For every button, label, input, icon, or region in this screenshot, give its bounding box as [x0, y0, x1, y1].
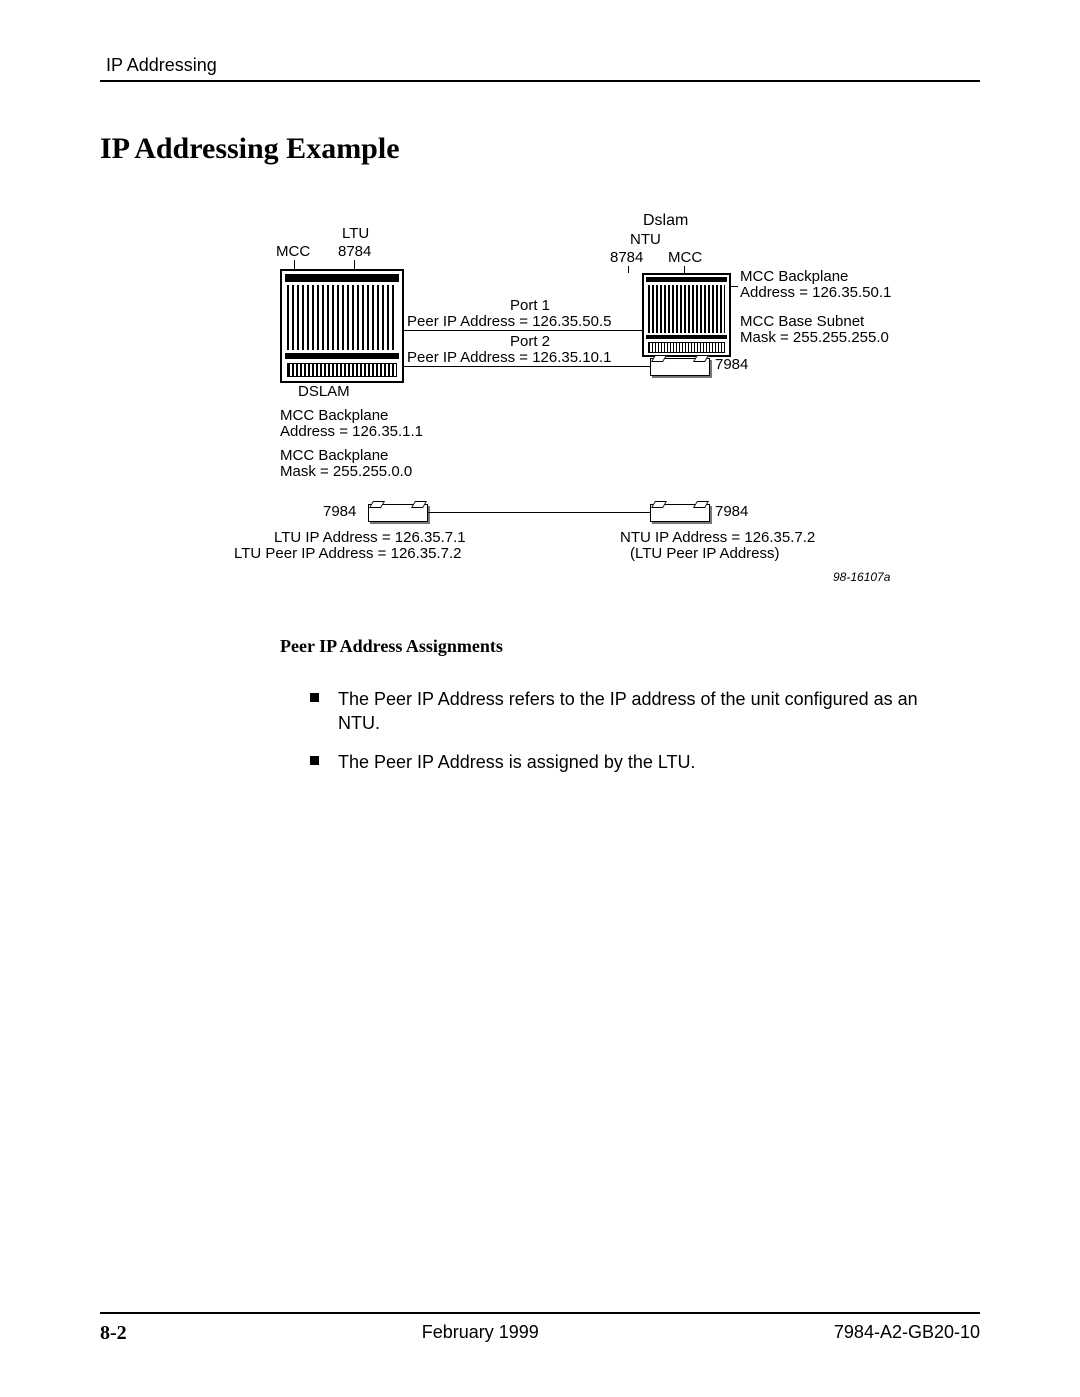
device-7984: [650, 358, 710, 376]
header-rule: [100, 80, 980, 82]
dslam-chassis-left: [280, 269, 404, 383]
tick: [354, 260, 355, 269]
label-dslam-right: Dslam: [643, 212, 688, 230]
label-mcc-left: MCC: [276, 244, 310, 261]
figure-reference: 98-16107a: [833, 571, 890, 584]
page-footer: 8-2 February 1999 7984-A2-GB20-10: [100, 1312, 980, 1345]
net-link: [402, 366, 650, 367]
label-7984-right: 7984: [715, 504, 748, 521]
net-link: [402, 330, 642, 331]
label-dslam-left: DSLAM: [298, 384, 350, 401]
label-ntu: NTU: [630, 232, 661, 249]
label-7984-left: 7984: [323, 504, 356, 521]
device-7984: [650, 504, 710, 522]
net-link: [428, 512, 650, 513]
tick: [729, 286, 738, 287]
tick: [294, 260, 295, 269]
label-7984: 7984: [715, 357, 748, 374]
tick: [684, 266, 685, 273]
label-mcc-base-subnet-val: Mask = 255.255.255.0: [740, 330, 889, 347]
label-mcc-right: MCC: [668, 250, 702, 267]
label-mcc-backplane-addr-val: Address = 126.35.50.1: [740, 285, 891, 302]
label-ntu-peer-note: (LTU Peer IP Address): [630, 546, 780, 563]
list-item: The Peer IP Address refers to the IP add…: [310, 687, 950, 736]
page-number: 8-2: [100, 1322, 127, 1345]
label-ntu-model: 8784: [610, 250, 643, 267]
label-left-backplane-addr-val: Address = 126.35.1.1: [280, 424, 423, 441]
label-port1-peer: Peer IP Address = 126.35.50.5: [407, 314, 611, 331]
footer-docid: 7984-A2-GB20-10: [834, 1322, 980, 1345]
label-left-backplane-mask-val: Mask = 255.255.0.0: [280, 464, 412, 481]
bullet-list: The Peer IP Address refers to the IP add…: [310, 687, 950, 774]
page-title: IP Addressing Example: [100, 132, 980, 166]
network-diagram: LTU MCC 8784 DSLAM Port 1 Peer IP Addres…: [280, 226, 920, 606]
label-ltu-model: 8784: [338, 244, 371, 261]
tick: [628, 266, 629, 273]
footer-date: February 1999: [422, 1322, 539, 1345]
running-header: IP Addressing: [100, 55, 980, 80]
dslam-chassis-right: [642, 273, 731, 357]
label-ltu-peer: LTU Peer IP Address = 126.35.7.2: [234, 546, 462, 563]
subsection-heading: Peer IP Address Assignments: [280, 636, 980, 657]
device-7984: [368, 504, 428, 522]
label-ltu: LTU: [342, 226, 369, 243]
label-port2-peer: Peer IP Address = 126.35.10.1: [407, 350, 611, 367]
list-item: The Peer IP Address is assigned by the L…: [310, 750, 950, 774]
